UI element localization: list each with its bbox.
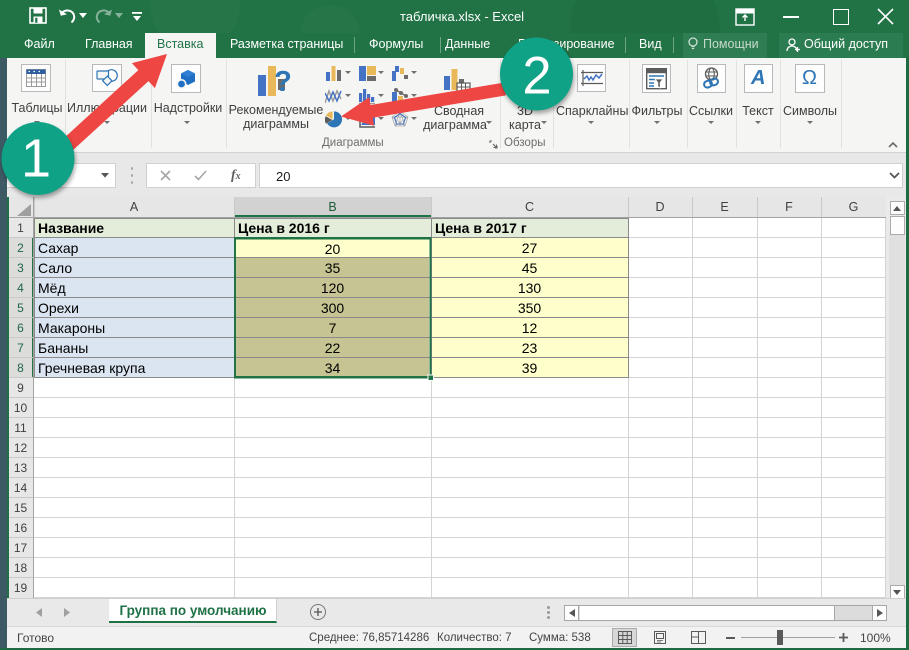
svg-text:1: 1 — [21, 129, 51, 189]
svg-text:2: 2 — [522, 47, 551, 106]
